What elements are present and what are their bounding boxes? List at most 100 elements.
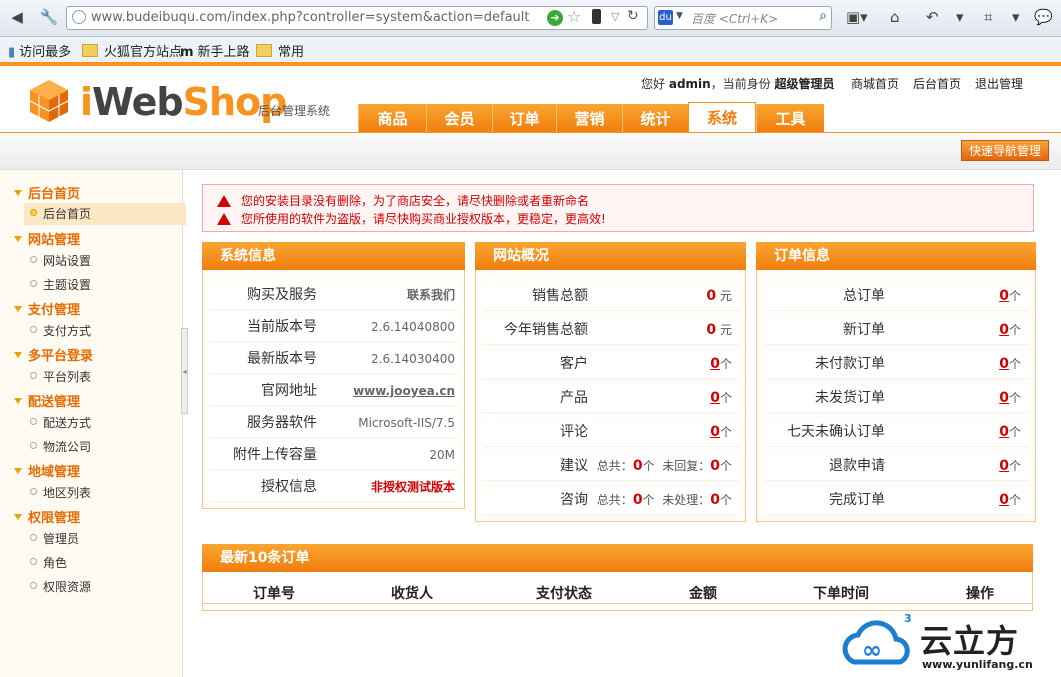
info-row: 当前版本号 2.6.14040800	[209, 313, 459, 342]
order-count-link[interactable]: 0	[999, 458, 1009, 474]
link-logout[interactable]: 退出管理	[975, 75, 1023, 92]
home-icon[interactable]: ⌂	[890, 6, 900, 28]
dropdown-icon[interactable]: ▾	[1012, 6, 1020, 28]
sidebar-item-site-settings[interactable]: 网站设置	[30, 252, 91, 269]
overview-row: 销售总额 0 元	[482, 282, 740, 311]
url-text[interactable]: www.budeibuqu.com/index.php?controller=s…	[91, 10, 529, 25]
order-count-link[interactable]: 0	[999, 492, 1009, 508]
bookmarks-menu-icon[interactable]: ▣▾	[846, 6, 868, 28]
overview-row: 客户 0个	[482, 350, 740, 379]
reload-icon[interactable]: ↻	[627, 8, 639, 24]
order-count-link[interactable]: 0	[999, 424, 1009, 440]
sidebar-item-payment-methods[interactable]: 支付方式	[30, 322, 91, 339]
link-store-home[interactable]: 商城首页	[851, 75, 899, 92]
unit: 个	[1008, 289, 1021, 303]
mobile-icon[interactable]	[592, 9, 601, 24]
sidebar-item-resources[interactable]: 权限资源	[30, 578, 91, 595]
menu-tools[interactable]: 工具	[756, 104, 824, 132]
role-prefix: ，当前身份	[710, 77, 771, 91]
wrench-icon[interactable]: 🔧	[38, 6, 60, 28]
sidebar-group-admin-home[interactable]: 后台首页	[14, 183, 80, 202]
search-input[interactable]: 百度 <Ctrl+K>	[691, 10, 778, 27]
total-value[interactable]: 0	[633, 492, 643, 508]
menu-members[interactable]: 会员	[426, 104, 492, 132]
bookmark-label[interactable]: 新手上路	[198, 45, 250, 60]
search-icon[interactable]: ⌕	[819, 8, 827, 24]
sidebar-item-delivery-methods[interactable]: 配送方式	[30, 414, 91, 431]
overview-value-link[interactable]: 0	[710, 424, 720, 440]
warning-text: 您的安装目录没有删除，为了商店安全，请尽快删除或者重新命名	[241, 194, 590, 208]
quick-nav-button[interactable]: 快速导航管理	[961, 140, 1049, 161]
sidebar-group-permission[interactable]: 权限管理	[14, 507, 80, 526]
watermark-url: www.yunlifang.cn	[922, 658, 1033, 671]
sidebar-item-platform-list[interactable]: 平台列表	[30, 368, 91, 385]
column-header: 下单时间	[813, 586, 869, 602]
warning-box: 您的安装目录没有删除，为了商店安全，请尽快删除或者重新命名 您所使用的软件为盗版…	[202, 184, 1034, 232]
link-admin-home[interactable]: 后台首页	[913, 75, 961, 92]
contact-us-link[interactable]: 联系我们	[407, 281, 455, 309]
info-label: 当前版本号	[247, 319, 317, 335]
overview-value-link[interactable]: 0	[710, 356, 720, 372]
sidebar-item-roles[interactable]: 角色	[30, 554, 67, 571]
order-count-link[interactable]: 0	[999, 322, 1009, 338]
sidebar-item-admins[interactable]: 管理员	[30, 530, 79, 547]
bookmark-label[interactable]: 访问最多	[19, 45, 71, 60]
menu-system[interactable]: 系统	[688, 102, 756, 132]
order-label: 退款申请	[829, 458, 885, 474]
crop-icon[interactable]: ⌗	[984, 6, 992, 28]
sidebar-group-delivery[interactable]: 配送管理	[14, 391, 80, 410]
site-overview-panel: 网站概况 销售总额 0 元 今年销售总额 0 元 客户 0个 产品 0个 评论 …	[475, 242, 746, 522]
sidebar-item-admin-home[interactable]: 后台首页	[24, 203, 186, 225]
bookmark-most-visited[interactable]: ▮ 访问最多	[8, 41, 71, 60]
bookmark-firefox[interactable]: 火狐官方站点	[82, 41, 182, 60]
chat-icon[interactable]: 💬	[1034, 6, 1053, 28]
pending-value[interactable]: 0	[710, 492, 720, 508]
overview-row: 咨询 总共：0个 未处理：0个	[482, 486, 740, 515]
watermark-superscript: 3	[904, 612, 912, 625]
website-link[interactable]: www.jooyea.cn	[353, 377, 455, 405]
sidebar-group-site[interactable]: 网站管理	[14, 229, 80, 248]
browser-toolbar: ◀ 🔧 www.budeibuqu.com/index.php?controll…	[0, 0, 1061, 37]
sidebar-item-region-list[interactable]: 地区列表	[30, 484, 91, 501]
back-icon[interactable]: ◀	[6, 6, 28, 28]
info-value: 2.6.14040800	[371, 320, 455, 334]
search-bar[interactable]: du ▼ 百度 <Ctrl+K> ⌕	[654, 6, 832, 30]
url-bar[interactable]: www.budeibuqu.com/index.php?controller=s…	[66, 6, 648, 30]
logo-web: Web	[92, 80, 184, 124]
panel-title: 系统信息	[202, 242, 465, 270]
sidebar-collapse-handle[interactable]: ◂	[181, 328, 188, 414]
undo-icon[interactable]: ↶	[926, 6, 939, 28]
bookmark-star-icon[interactable]: ☆	[567, 7, 581, 26]
overview-value-link[interactable]: 0	[710, 390, 720, 406]
order-count-link[interactable]: 0	[999, 288, 1009, 304]
search-engine-dropdown-icon[interactable]: ▼	[676, 11, 683, 21]
bookmark-common[interactable]: 常用	[256, 41, 304, 60]
menu-orders[interactable]: 订单	[492, 104, 556, 132]
sidebar-item-theme[interactable]: 主题设置	[30, 276, 91, 293]
bookmark-label[interactable]: 常用	[278, 45, 304, 60]
dropdown-icon[interactable]: ▾	[956, 6, 964, 28]
bookmark-label[interactable]: 火狐官方站点	[104, 45, 182, 60]
sidebar-group-region[interactable]: 地域管理	[14, 461, 80, 480]
info-row: 授权信息 非授权测试版本	[209, 473, 459, 502]
order-count-link[interactable]: 0	[999, 356, 1009, 372]
menu-marketing[interactable]: 营销	[556, 104, 622, 132]
sidebar-group-payment[interactable]: 支付管理	[14, 299, 80, 318]
pending-value[interactable]: 0	[710, 458, 720, 474]
total-value[interactable]: 0	[633, 458, 643, 474]
menu-goods[interactable]: 商品	[358, 104, 426, 132]
dropdown-icon[interactable]: ▽	[611, 10, 619, 23]
go-icon[interactable]: ➜	[547, 10, 563, 26]
info-label: 服务器软件	[247, 415, 317, 431]
bookmark-getting-started[interactable]: m 新手上路	[180, 41, 250, 60]
sidebar-item-logistics[interactable]: 物流公司	[30, 438, 91, 455]
order-count-link[interactable]: 0	[999, 390, 1009, 406]
info-row: 官网地址 www.jooyea.cn	[209, 377, 459, 406]
panel-title: 网站概况	[475, 242, 746, 270]
baidu-icon[interactable]: du	[658, 10, 673, 25]
unit: 个	[1008, 357, 1021, 371]
sidebar-group-oauth[interactable]: 多平台登录	[14, 345, 93, 364]
menu-stats[interactable]: 统计	[622, 104, 688, 132]
order-label: 新订单	[843, 322, 885, 338]
site-identity-icon[interactable]	[72, 10, 86, 24]
